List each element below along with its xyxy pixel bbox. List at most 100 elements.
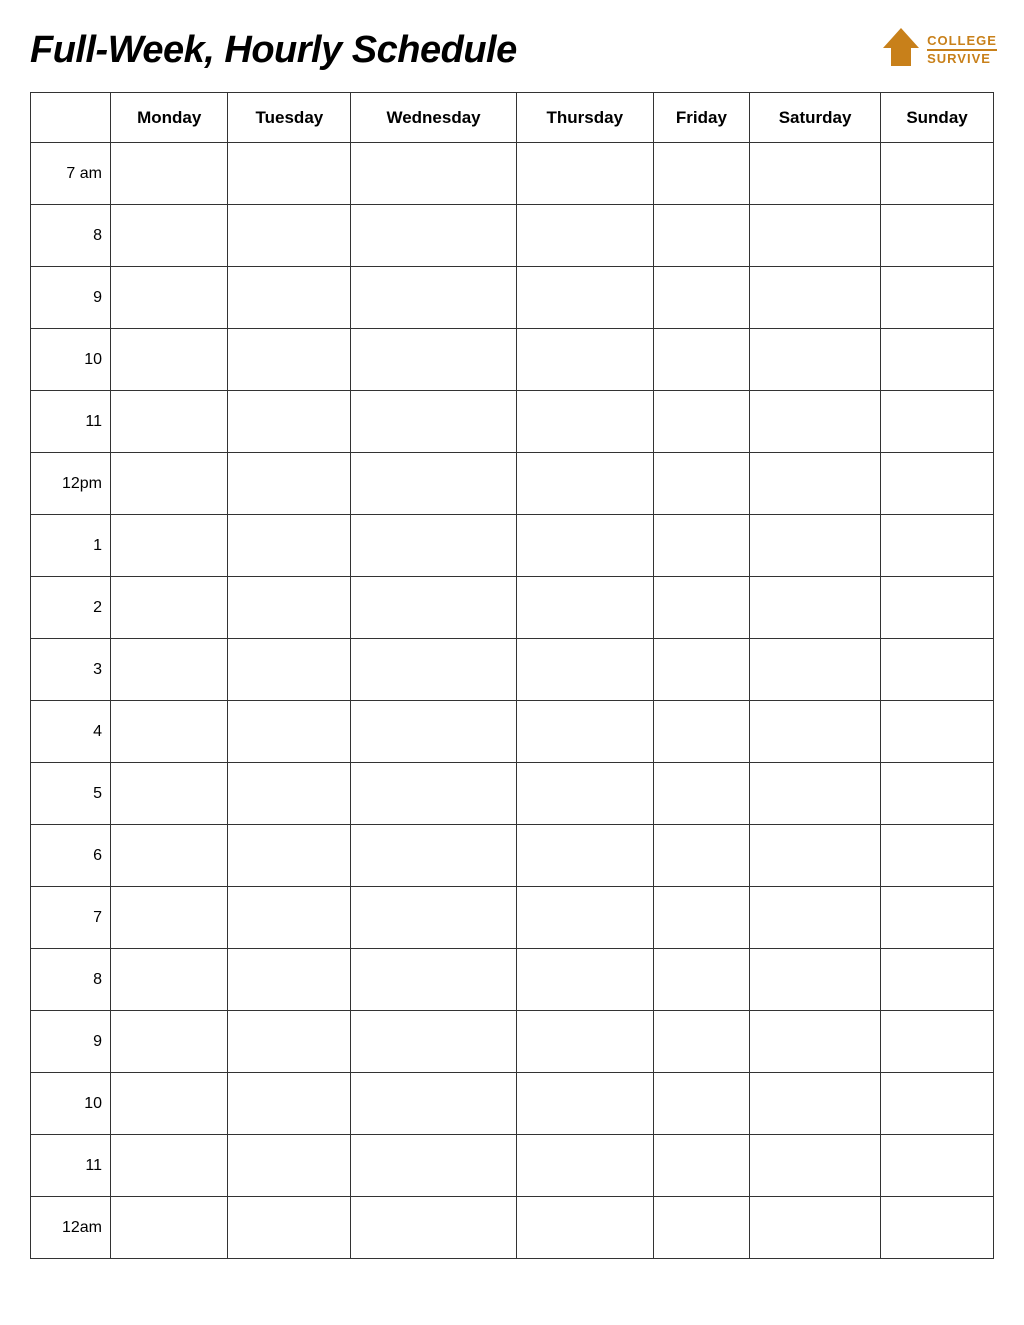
- schedule-cell-row3-day6[interactable]: [881, 329, 994, 391]
- schedule-cell-row13-day6[interactable]: [881, 949, 994, 1011]
- schedule-cell-row0-day6[interactable]: [881, 143, 994, 205]
- schedule-cell-row17-day2[interactable]: [351, 1197, 516, 1259]
- schedule-cell-row8-day6[interactable]: [881, 639, 994, 701]
- schedule-cell-row10-day5[interactable]: [750, 763, 881, 825]
- schedule-cell-row3-day1[interactable]: [228, 329, 351, 391]
- schedule-cell-row14-day4[interactable]: [653, 1011, 749, 1073]
- schedule-cell-row16-day6[interactable]: [881, 1135, 994, 1197]
- schedule-cell-row13-day1[interactable]: [228, 949, 351, 1011]
- schedule-cell-row12-day3[interactable]: [516, 887, 653, 949]
- schedule-cell-row15-day1[interactable]: [228, 1073, 351, 1135]
- schedule-cell-row16-day4[interactable]: [653, 1135, 749, 1197]
- schedule-cell-row13-day5[interactable]: [750, 949, 881, 1011]
- schedule-cell-row0-day0[interactable]: [111, 143, 228, 205]
- schedule-cell-row12-day0[interactable]: [111, 887, 228, 949]
- schedule-cell-row5-day3[interactable]: [516, 453, 653, 515]
- schedule-cell-row1-day2[interactable]: [351, 205, 516, 267]
- schedule-cell-row13-day4[interactable]: [653, 949, 749, 1011]
- schedule-cell-row4-day6[interactable]: [881, 391, 994, 453]
- schedule-cell-row8-day0[interactable]: [111, 639, 228, 701]
- schedule-cell-row17-day4[interactable]: [653, 1197, 749, 1259]
- schedule-cell-row17-day6[interactable]: [881, 1197, 994, 1259]
- schedule-cell-row17-day3[interactable]: [516, 1197, 653, 1259]
- schedule-cell-row2-day1[interactable]: [228, 267, 351, 329]
- schedule-cell-row7-day0[interactable]: [111, 577, 228, 639]
- schedule-cell-row13-day0[interactable]: [111, 949, 228, 1011]
- schedule-cell-row16-day2[interactable]: [351, 1135, 516, 1197]
- schedule-cell-row3-day0[interactable]: [111, 329, 228, 391]
- schedule-cell-row4-day3[interactable]: [516, 391, 653, 453]
- schedule-cell-row14-day5[interactable]: [750, 1011, 881, 1073]
- schedule-cell-row1-day5[interactable]: [750, 205, 881, 267]
- schedule-cell-row3-day3[interactable]: [516, 329, 653, 391]
- schedule-cell-row3-day5[interactable]: [750, 329, 881, 391]
- schedule-cell-row0-day4[interactable]: [653, 143, 749, 205]
- schedule-cell-row5-day4[interactable]: [653, 453, 749, 515]
- schedule-cell-row11-day4[interactable]: [653, 825, 749, 887]
- schedule-cell-row4-day1[interactable]: [228, 391, 351, 453]
- schedule-cell-row6-day1[interactable]: [228, 515, 351, 577]
- schedule-cell-row17-day1[interactable]: [228, 1197, 351, 1259]
- schedule-cell-row16-day5[interactable]: [750, 1135, 881, 1197]
- schedule-cell-row14-day3[interactable]: [516, 1011, 653, 1073]
- schedule-cell-row10-day2[interactable]: [351, 763, 516, 825]
- schedule-cell-row15-day4[interactable]: [653, 1073, 749, 1135]
- schedule-cell-row2-day0[interactable]: [111, 267, 228, 329]
- schedule-cell-row2-day3[interactable]: [516, 267, 653, 329]
- schedule-cell-row10-day3[interactable]: [516, 763, 653, 825]
- schedule-cell-row9-day6[interactable]: [881, 701, 994, 763]
- schedule-cell-row16-day3[interactable]: [516, 1135, 653, 1197]
- schedule-cell-row6-day3[interactable]: [516, 515, 653, 577]
- schedule-cell-row2-day2[interactable]: [351, 267, 516, 329]
- schedule-cell-row14-day0[interactable]: [111, 1011, 228, 1073]
- schedule-cell-row14-day6[interactable]: [881, 1011, 994, 1073]
- schedule-cell-row0-day1[interactable]: [228, 143, 351, 205]
- schedule-cell-row4-day4[interactable]: [653, 391, 749, 453]
- schedule-cell-row4-day2[interactable]: [351, 391, 516, 453]
- schedule-cell-row1-day1[interactable]: [228, 205, 351, 267]
- schedule-cell-row11-day1[interactable]: [228, 825, 351, 887]
- schedule-cell-row4-day0[interactable]: [111, 391, 228, 453]
- schedule-cell-row8-day4[interactable]: [653, 639, 749, 701]
- schedule-cell-row12-day2[interactable]: [351, 887, 516, 949]
- schedule-cell-row9-day1[interactable]: [228, 701, 351, 763]
- schedule-cell-row12-day5[interactable]: [750, 887, 881, 949]
- schedule-cell-row8-day2[interactable]: [351, 639, 516, 701]
- schedule-cell-row8-day5[interactable]: [750, 639, 881, 701]
- schedule-cell-row5-day5[interactable]: [750, 453, 881, 515]
- schedule-cell-row0-day2[interactable]: [351, 143, 516, 205]
- schedule-cell-row10-day1[interactable]: [228, 763, 351, 825]
- schedule-cell-row10-day4[interactable]: [653, 763, 749, 825]
- schedule-cell-row6-day5[interactable]: [750, 515, 881, 577]
- schedule-cell-row10-day6[interactable]: [881, 763, 994, 825]
- schedule-cell-row2-day4[interactable]: [653, 267, 749, 329]
- schedule-cell-row9-day2[interactable]: [351, 701, 516, 763]
- schedule-cell-row16-day0[interactable]: [111, 1135, 228, 1197]
- schedule-cell-row1-day3[interactable]: [516, 205, 653, 267]
- schedule-cell-row9-day5[interactable]: [750, 701, 881, 763]
- schedule-cell-row8-day3[interactable]: [516, 639, 653, 701]
- schedule-cell-row7-day5[interactable]: [750, 577, 881, 639]
- schedule-cell-row7-day3[interactable]: [516, 577, 653, 639]
- schedule-cell-row11-day0[interactable]: [111, 825, 228, 887]
- schedule-cell-row8-day1[interactable]: [228, 639, 351, 701]
- schedule-cell-row9-day3[interactable]: [516, 701, 653, 763]
- schedule-cell-row11-day6[interactable]: [881, 825, 994, 887]
- schedule-cell-row9-day0[interactable]: [111, 701, 228, 763]
- schedule-cell-row14-day1[interactable]: [228, 1011, 351, 1073]
- schedule-cell-row12-day4[interactable]: [653, 887, 749, 949]
- schedule-cell-row17-day0[interactable]: [111, 1197, 228, 1259]
- schedule-cell-row2-day6[interactable]: [881, 267, 994, 329]
- schedule-cell-row17-day5[interactable]: [750, 1197, 881, 1259]
- schedule-cell-row4-day5[interactable]: [750, 391, 881, 453]
- schedule-cell-row7-day6[interactable]: [881, 577, 994, 639]
- schedule-cell-row6-day2[interactable]: [351, 515, 516, 577]
- schedule-cell-row2-day5[interactable]: [750, 267, 881, 329]
- schedule-cell-row0-day5[interactable]: [750, 143, 881, 205]
- schedule-cell-row16-day1[interactable]: [228, 1135, 351, 1197]
- schedule-cell-row11-day3[interactable]: [516, 825, 653, 887]
- schedule-cell-row1-day0[interactable]: [111, 205, 228, 267]
- schedule-cell-row5-day2[interactable]: [351, 453, 516, 515]
- schedule-cell-row15-day6[interactable]: [881, 1073, 994, 1135]
- schedule-cell-row3-day2[interactable]: [351, 329, 516, 391]
